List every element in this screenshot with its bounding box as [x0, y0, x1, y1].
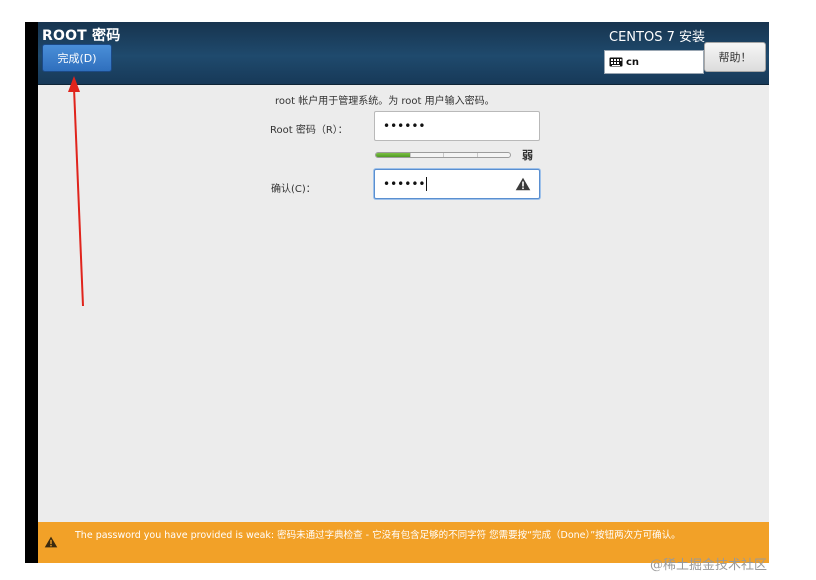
annotation-arrow: [68, 76, 84, 307]
watermark: @稀土掘金技术社区: [650, 558, 768, 573]
annotation-arrow-shaft: [73, 87, 84, 307]
annotation-arrow-head: [68, 76, 80, 92]
